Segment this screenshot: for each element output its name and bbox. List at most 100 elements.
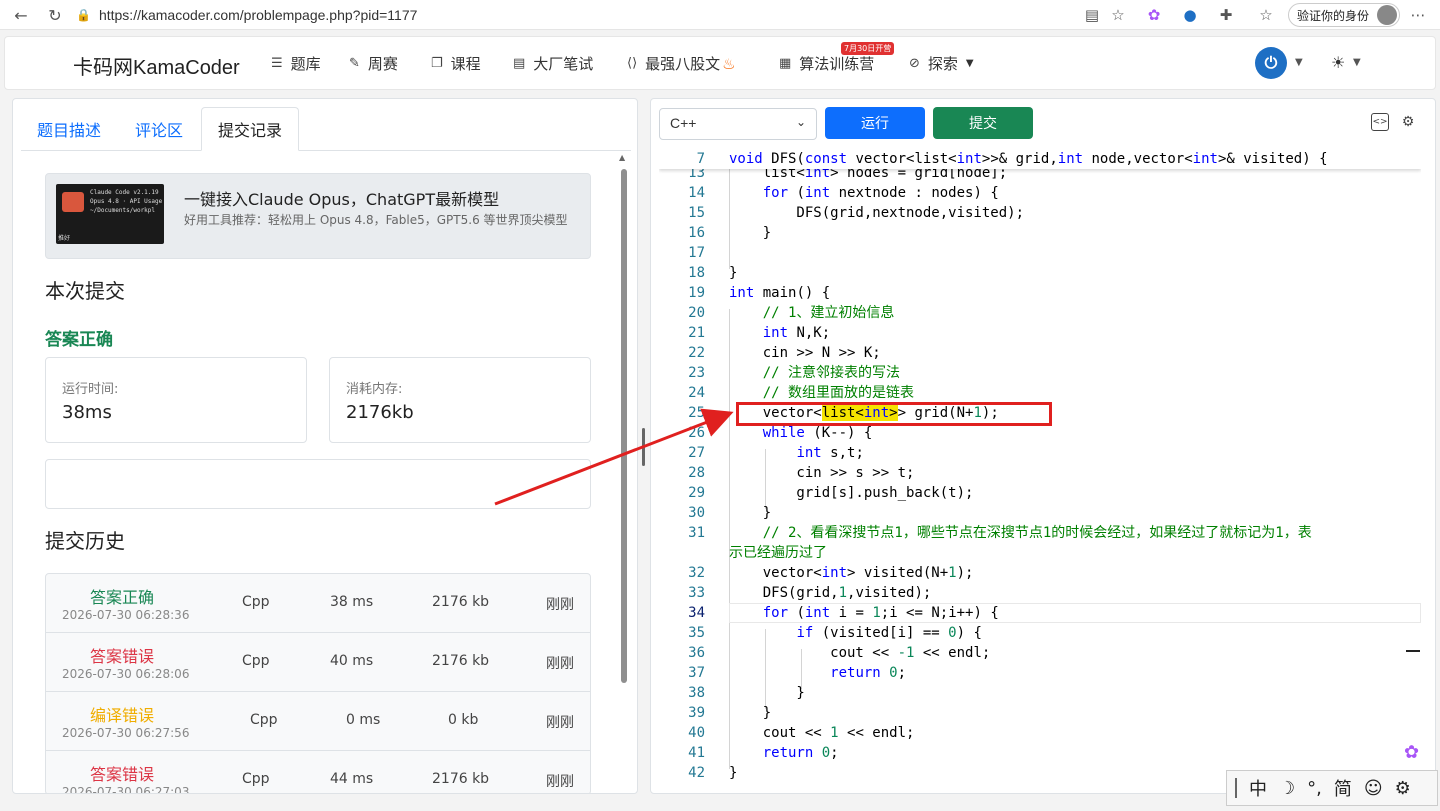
- ime-grip[interactable]: [1235, 778, 1237, 798]
- memory-value: 2176kb: [346, 402, 414, 423]
- extension-icon[interactable]: ●: [1180, 4, 1200, 26]
- submit-button[interactable]: 提交: [933, 107, 1033, 139]
- lock-icon: 🔒: [76, 8, 91, 22]
- ime-toolbar: 中 ☽ °, 简 ☺ ⚙: [1226, 770, 1438, 806]
- copy-icon: ❐: [431, 56, 443, 71]
- favorites-icon[interactable]: ☆: [1256, 4, 1276, 26]
- smiley-icon[interactable]: ☺: [1364, 778, 1383, 799]
- calendar-icon: ▦: [779, 56, 792, 71]
- memory-cell: 2176 kb: [432, 594, 490, 610]
- left-panel: 题目描述 评论区 提交记录 ▲ Claude Code v2.1.19 Opus…: [12, 98, 638, 794]
- ime-punctuation[interactable]: °,: [1307, 778, 1322, 799]
- profile-label: 验证你的身份: [1297, 8, 1370, 23]
- extensions-puzzle-icon[interactable]: ✚: [1216, 4, 1236, 26]
- panel-splitter[interactable]: [642, 428, 645, 466]
- compass-icon: ⊘: [909, 56, 920, 71]
- status-text: 答案错误: [90, 765, 155, 784]
- list-icon: ☰: [271, 56, 283, 71]
- sun-icon[interactable]: ☀: [1331, 53, 1345, 72]
- nav-exams[interactable]: ▤ 大厂笔试: [513, 53, 593, 74]
- tab-comments[interactable]: 评论区: [119, 107, 199, 151]
- scroll-up-icon[interactable]: ▲: [619, 153, 625, 162]
- verdict-text: 答案正确: [45, 330, 113, 350]
- code-editor[interactable]: 7 void DFS(const vector<list<int>>& grid,…: [659, 149, 1421, 789]
- memory-cell: 2176 kb: [432, 653, 490, 669]
- moon-icon[interactable]: ☽: [1279, 778, 1295, 799]
- memory-cell: 2176 kb: [432, 771, 490, 787]
- status-text: 答案正确: [90, 588, 155, 607]
- table-row[interactable]: 答案正确 2026-07-30 06:28:36 Cpp 38 ms 2176 …: [46, 574, 590, 633]
- reload-icon[interactable]: ↻: [44, 4, 66, 26]
- address-bar[interactable]: 🔒 https://kamacoder.com/problempage.php?…: [76, 3, 1140, 27]
- brand-logo[interactable]: 卡码网KamaCoder: [73, 51, 240, 80]
- runtime-cell: 40 ms: [330, 653, 374, 669]
- power-icon[interactable]: ⏻: [1255, 47, 1287, 79]
- lang-cell: Cpp: [242, 653, 270, 669]
- language-value: C++: [670, 115, 697, 131]
- ago-cell: 刚刚: [546, 656, 574, 672]
- runtime-card: 运行时间: 38ms: [45, 357, 307, 443]
- runtime-cell: 0 ms: [346, 712, 381, 728]
- copilot-icon[interactable]: ✿: [1144, 4, 1164, 26]
- table-row[interactable]: 答案错误 2026-07-30 06:27:03 Cpp 44 ms 2176 …: [46, 751, 590, 794]
- submit-time: 2026-07-30 06:27:03: [62, 785, 190, 794]
- language-select[interactable]: C++ ⌄: [659, 108, 817, 140]
- nav-problems[interactable]: ☰ 题库: [271, 53, 321, 74]
- code-icon: ⟨⟩: [627, 56, 638, 71]
- ago-cell: 刚刚: [546, 774, 574, 790]
- copilot-floating-icon[interactable]: ✿: [1404, 742, 1419, 763]
- nav-interview[interactable]: ⟨⟩ 最强八股文 ♨: [627, 53, 736, 74]
- scrollbar-thumb[interactable]: [621, 169, 627, 683]
- ad-subtitle: 好用工具推荐：轻松用上 Opus 4.8，Fable5，GPT5.6 等世界顶尖…: [184, 213, 568, 227]
- table-row[interactable]: 编译错误 2026-07-30 06:27:56 Cpp 0 ms 0 kb 刚…: [46, 692, 590, 751]
- nav-contest[interactable]: ✎ 周赛: [349, 53, 398, 74]
- runtime-value: 38ms: [62, 402, 112, 423]
- code-view-icon[interactable]: <>: [1371, 113, 1389, 131]
- table-row[interactable]: 答案错误 2026-07-30 06:28:06 Cpp 40 ms 2176 …: [46, 633, 590, 692]
- tab-bar: 题目描述 评论区 提交记录: [21, 107, 631, 151]
- submission-history: 答案正确 2026-07-30 06:28:36 Cpp 38 ms 2176 …: [45, 573, 591, 794]
- ago-cell: 刚刚: [546, 597, 574, 613]
- editor-cursor-mark: [1406, 650, 1420, 652]
- tab-description[interactable]: 题目描述: [21, 107, 117, 151]
- memory-label: 消耗内存:: [346, 382, 403, 397]
- current-submission-title: 本次提交: [45, 279, 125, 303]
- ime-chinese-toggle[interactable]: 中: [1249, 775, 1267, 801]
- ime-simplified[interactable]: 简: [1334, 775, 1352, 801]
- submit-time: 2026-07-30 06:27:56: [62, 726, 190, 740]
- run-button[interactable]: 运行: [825, 107, 925, 139]
- url-text: https://kamacoder.com/problempage.php?pi…: [98, 7, 418, 23]
- output-box: [45, 459, 591, 509]
- memory-card: 消耗内存: 2176kb: [329, 357, 591, 443]
- right-panel: C++ ⌄ 运行 提交 <> ⚙ 7 void DFS(const vector<…: [650, 98, 1436, 794]
- reader-icon[interactable]: ▤: [1082, 4, 1102, 26]
- camp-badge: 7月30日开营: [841, 42, 895, 55]
- annotation-box: [736, 402, 1052, 426]
- browser-toolbar: ← ↻ 🔒 https://kamacoder.com/problempage.…: [0, 0, 1440, 30]
- gear-icon[interactable]: ⚙: [1395, 778, 1411, 799]
- chevron-down-icon: ▼: [965, 58, 974, 69]
- sticky-scroll-header: 7 void DFS(const vector<list<int>>& grid,…: [659, 149, 1421, 169]
- back-icon[interactable]: ←: [10, 4, 32, 26]
- status-text: 编译错误: [90, 706, 155, 725]
- runtime-cell: 38 ms: [330, 594, 374, 610]
- lang-cell: Cpp: [242, 771, 270, 787]
- fire-icon: ♨: [722, 54, 736, 73]
- user-menu-caret-icon[interactable]: ▼: [1295, 57, 1303, 68]
- ago-cell: 刚刚: [546, 715, 574, 731]
- profile-button[interactable]: 验证你的身份: [1288, 3, 1400, 27]
- nav-explore[interactable]: ⊘ 探索 ▼: [909, 53, 974, 74]
- gear-icon[interactable]: ⚙: [1399, 113, 1417, 131]
- lang-cell: Cpp: [250, 712, 278, 728]
- ad-banner[interactable]: Claude Code v2.1.19 Opus 4.8 · API Usage…: [45, 173, 591, 259]
- site-header: 卡码网KamaCoder ☰ 题库 ✎ 周赛 ❐ 课程 ▤ 大厂笔试 ⟨⟩ 最强八股文 ♨ …: [4, 36, 1436, 90]
- document-icon: ▤: [513, 56, 526, 71]
- theme-caret-icon[interactable]: ▼: [1353, 57, 1361, 68]
- nav-courses[interactable]: ❐ 课程: [431, 53, 481, 74]
- nav-camp[interactable]: ▦ 算法训练营: [779, 53, 874, 74]
- favorite-star-icon[interactable]: ☆: [1108, 4, 1128, 26]
- lang-cell: Cpp: [242, 594, 270, 610]
- tab-submissions[interactable]: 提交记录: [201, 107, 300, 151]
- avatar: [1377, 5, 1397, 25]
- more-menu-icon[interactable]: ⋯: [1408, 4, 1428, 26]
